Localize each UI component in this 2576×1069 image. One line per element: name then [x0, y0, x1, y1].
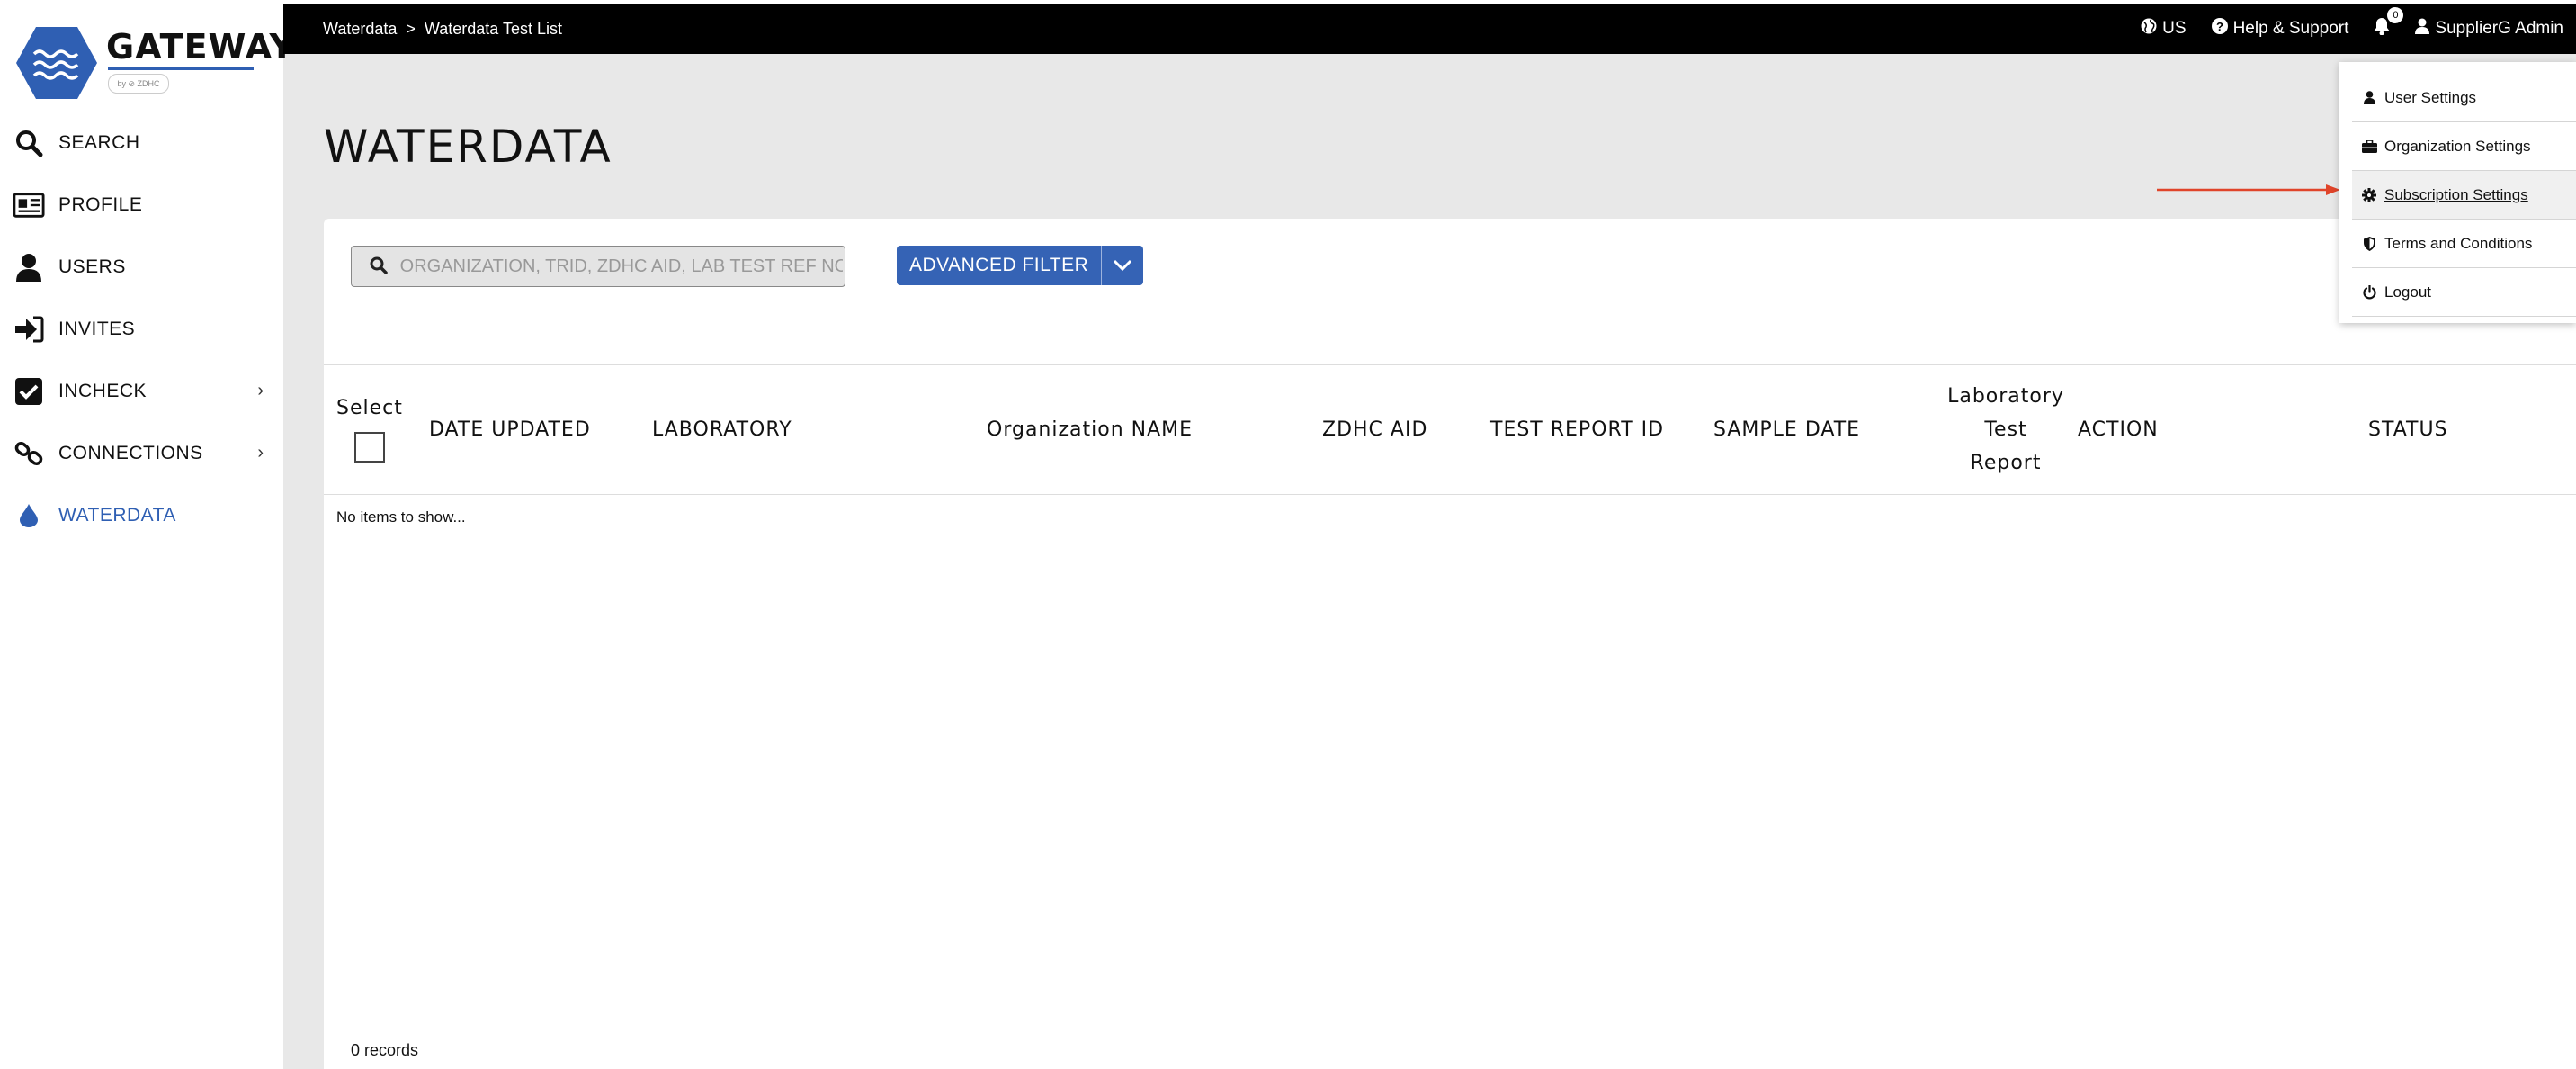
- column-header-test-report-id[interactable]: TEST REPORT ID: [1490, 365, 1664, 494]
- link-icon: [13, 437, 45, 470]
- column-header-lab-test-report[interactable]: Laboratory Test Report: [1934, 365, 2078, 494]
- breadcrumb-item-test-list[interactable]: Waterdata Test List: [425, 20, 562, 39]
- menu-item-label: Terms and Conditions: [2384, 234, 2533, 252]
- annotation-arrow: [2157, 184, 2340, 195]
- brand-name: GATEWAY: [106, 27, 296, 67]
- menu-item-label: Logout: [2384, 283, 2431, 301]
- advanced-filter-button-group: ADVANCED FILTER: [897, 246, 1144, 285]
- sidebar-item-waterdata[interactable]: WATERDATA: [0, 484, 283, 546]
- menu-item-label: Subscription Settings: [2384, 185, 2528, 203]
- sidebar-item-label: SEARCH: [58, 131, 140, 153]
- advanced-filter-dropdown-toggle[interactable]: [1102, 246, 1143, 285]
- notification-count-badge: 0: [2386, 6, 2405, 24]
- help-support-link[interactable]: ? Help & Support: [2211, 18, 2349, 40]
- records-count: 0 records: [351, 1041, 419, 1059]
- brand-underline: [108, 67, 254, 70]
- column-header-organization-name[interactable]: Organization NAME: [987, 365, 1193, 494]
- chevron-right-icon: ›: [257, 381, 264, 400]
- top-right-actions: US ? Help & Support 0 SupplierG Admin: [2141, 4, 2563, 54]
- breadcrumb-separator: >: [406, 19, 416, 38]
- gear-icon: [2361, 187, 2377, 203]
- checkbox-icon: [13, 375, 45, 408]
- empty-state-message: No items to show...: [336, 508, 466, 526]
- menu-item-label: User Settings: [2384, 88, 2477, 106]
- breadcrumb-item-waterdata[interactable]: Waterdata: [323, 20, 397, 39]
- sidebar-item-label: INVITES: [58, 318, 136, 339]
- search-icon: [370, 256, 389, 276]
- chevron-down-icon: [1114, 259, 1132, 272]
- sidebar-item-profile[interactable]: PROFILE: [0, 174, 283, 236]
- sidebar-item-label: PROFILE: [58, 193, 143, 215]
- sidebar-item-invites[interactable]: INVITES: [0, 298, 283, 360]
- sidebar-item-connections[interactable]: CONNECTIONS ›: [0, 422, 283, 484]
- help-support-label: Help & Support: [2232, 19, 2349, 38]
- menu-item-label: Organization Settings: [2384, 137, 2531, 155]
- gateway-hex-logo-icon: [16, 27, 97, 99]
- sidebar-item-incheck[interactable]: INCHECK ›: [0, 360, 283, 422]
- search-icon: [13, 127, 45, 159]
- menu-item-logout[interactable]: Logout: [2352, 268, 2576, 317]
- sidebar-item-users[interactable]: USERS: [0, 236, 283, 298]
- sidebar: GATEWAY by ⊘ ZDHC SEARCH PROFILE USERS I…: [0, 0, 294, 1069]
- shield-icon: [2361, 236, 2377, 252]
- search-input[interactable]: [398, 255, 845, 278]
- gateway-logo[interactable]: GATEWAY by ⊘ ZDHC: [16, 25, 294, 106]
- advanced-filter-button[interactable]: ADVANCED FILTER: [897, 246, 1103, 285]
- sidebar-item-label: WATERDATA: [58, 504, 176, 526]
- column-select: Select: [336, 365, 403, 494]
- sidebar-item-label: CONNECTIONS: [58, 442, 203, 463]
- region-label: US: [2162, 19, 2187, 38]
- sidebar-item-label: INCHECK: [58, 380, 148, 401]
- column-header-date-updated[interactable]: DATE UPDATED: [429, 365, 591, 494]
- menu-item-user-settings[interactable]: User Settings: [2352, 74, 2576, 122]
- column-header-zdhc-aid[interactable]: ZDHC AID: [1322, 365, 1427, 494]
- user-menu-toggle[interactable]: SupplierG Admin: [2415, 18, 2563, 40]
- column-header-action: ACTION: [2078, 418, 2159, 441]
- svg-text:?: ?: [2216, 20, 2223, 33]
- sidebar-item-search[interactable]: SEARCH: [0, 112, 283, 174]
- sidebar-item-label: USERS: [58, 256, 126, 277]
- power-icon: [2361, 284, 2377, 301]
- lab-test-report-line2: Test: [1984, 418, 2027, 441]
- user-icon: [2415, 18, 2430, 40]
- user-icon: [13, 251, 45, 283]
- water-drop-icon: [13, 499, 45, 532]
- chevron-right-icon: ›: [257, 443, 264, 463]
- menu-item-terms-and-conditions[interactable]: Terms and Conditions: [2352, 220, 2576, 268]
- menu-item-organization-settings[interactable]: Organization Settings: [2352, 122, 2576, 171]
- lab-test-report-line3: Report: [1970, 452, 2042, 474]
- user-name: SupplierG Admin: [2435, 19, 2563, 38]
- question-circle-icon: ?: [2211, 18, 2228, 40]
- breadcrumb: Waterdata > Waterdata Test List: [323, 4, 562, 54]
- sign-in-icon: [13, 313, 45, 346]
- select-all-checkbox[interactable]: [353, 432, 385, 463]
- region-selector[interactable]: US: [2141, 18, 2187, 40]
- menu-item-subscription-settings[interactable]: Subscription Settings: [2352, 171, 2576, 220]
- waterdata-list-panel: ADVANCED FILTER Select DATE UPDATED LABO…: [324, 219, 2576, 1069]
- table-header: Select DATE UPDATED LABORATORY Organizat…: [324, 364, 2576, 495]
- user-dropdown-menu: User Settings Organization Settings Subs…: [2339, 62, 2576, 323]
- top-navigation-bar: Waterdata > Waterdata Test List US ? Hel…: [283, 4, 2576, 54]
- briefcase-icon: [2361, 139, 2377, 155]
- globe-icon: [2141, 18, 2157, 40]
- notifications-button[interactable]: 0: [2374, 6, 2405, 40]
- brand-tagline: by ⊘ ZDHC: [108, 74, 169, 94]
- column-header-status[interactable]: STATUS: [2368, 365, 2448, 494]
- column-header-laboratory[interactable]: LABORATORY: [652, 365, 792, 494]
- page-title: WATERDATA: [324, 121, 613, 173]
- column-header-select: Select: [336, 397, 403, 419]
- search-field[interactable]: [351, 246, 845, 287]
- sidebar-nav: SEARCH PROFILE USERS INVITES INCHECK › C…: [0, 112, 283, 546]
- lab-test-report-line1: Laboratory: [1947, 385, 2064, 408]
- profile-card-icon: [13, 189, 45, 221]
- user-icon: [2361, 90, 2377, 106]
- column-header-sample-date[interactable]: SAMPLE DATE: [1713, 365, 1860, 494]
